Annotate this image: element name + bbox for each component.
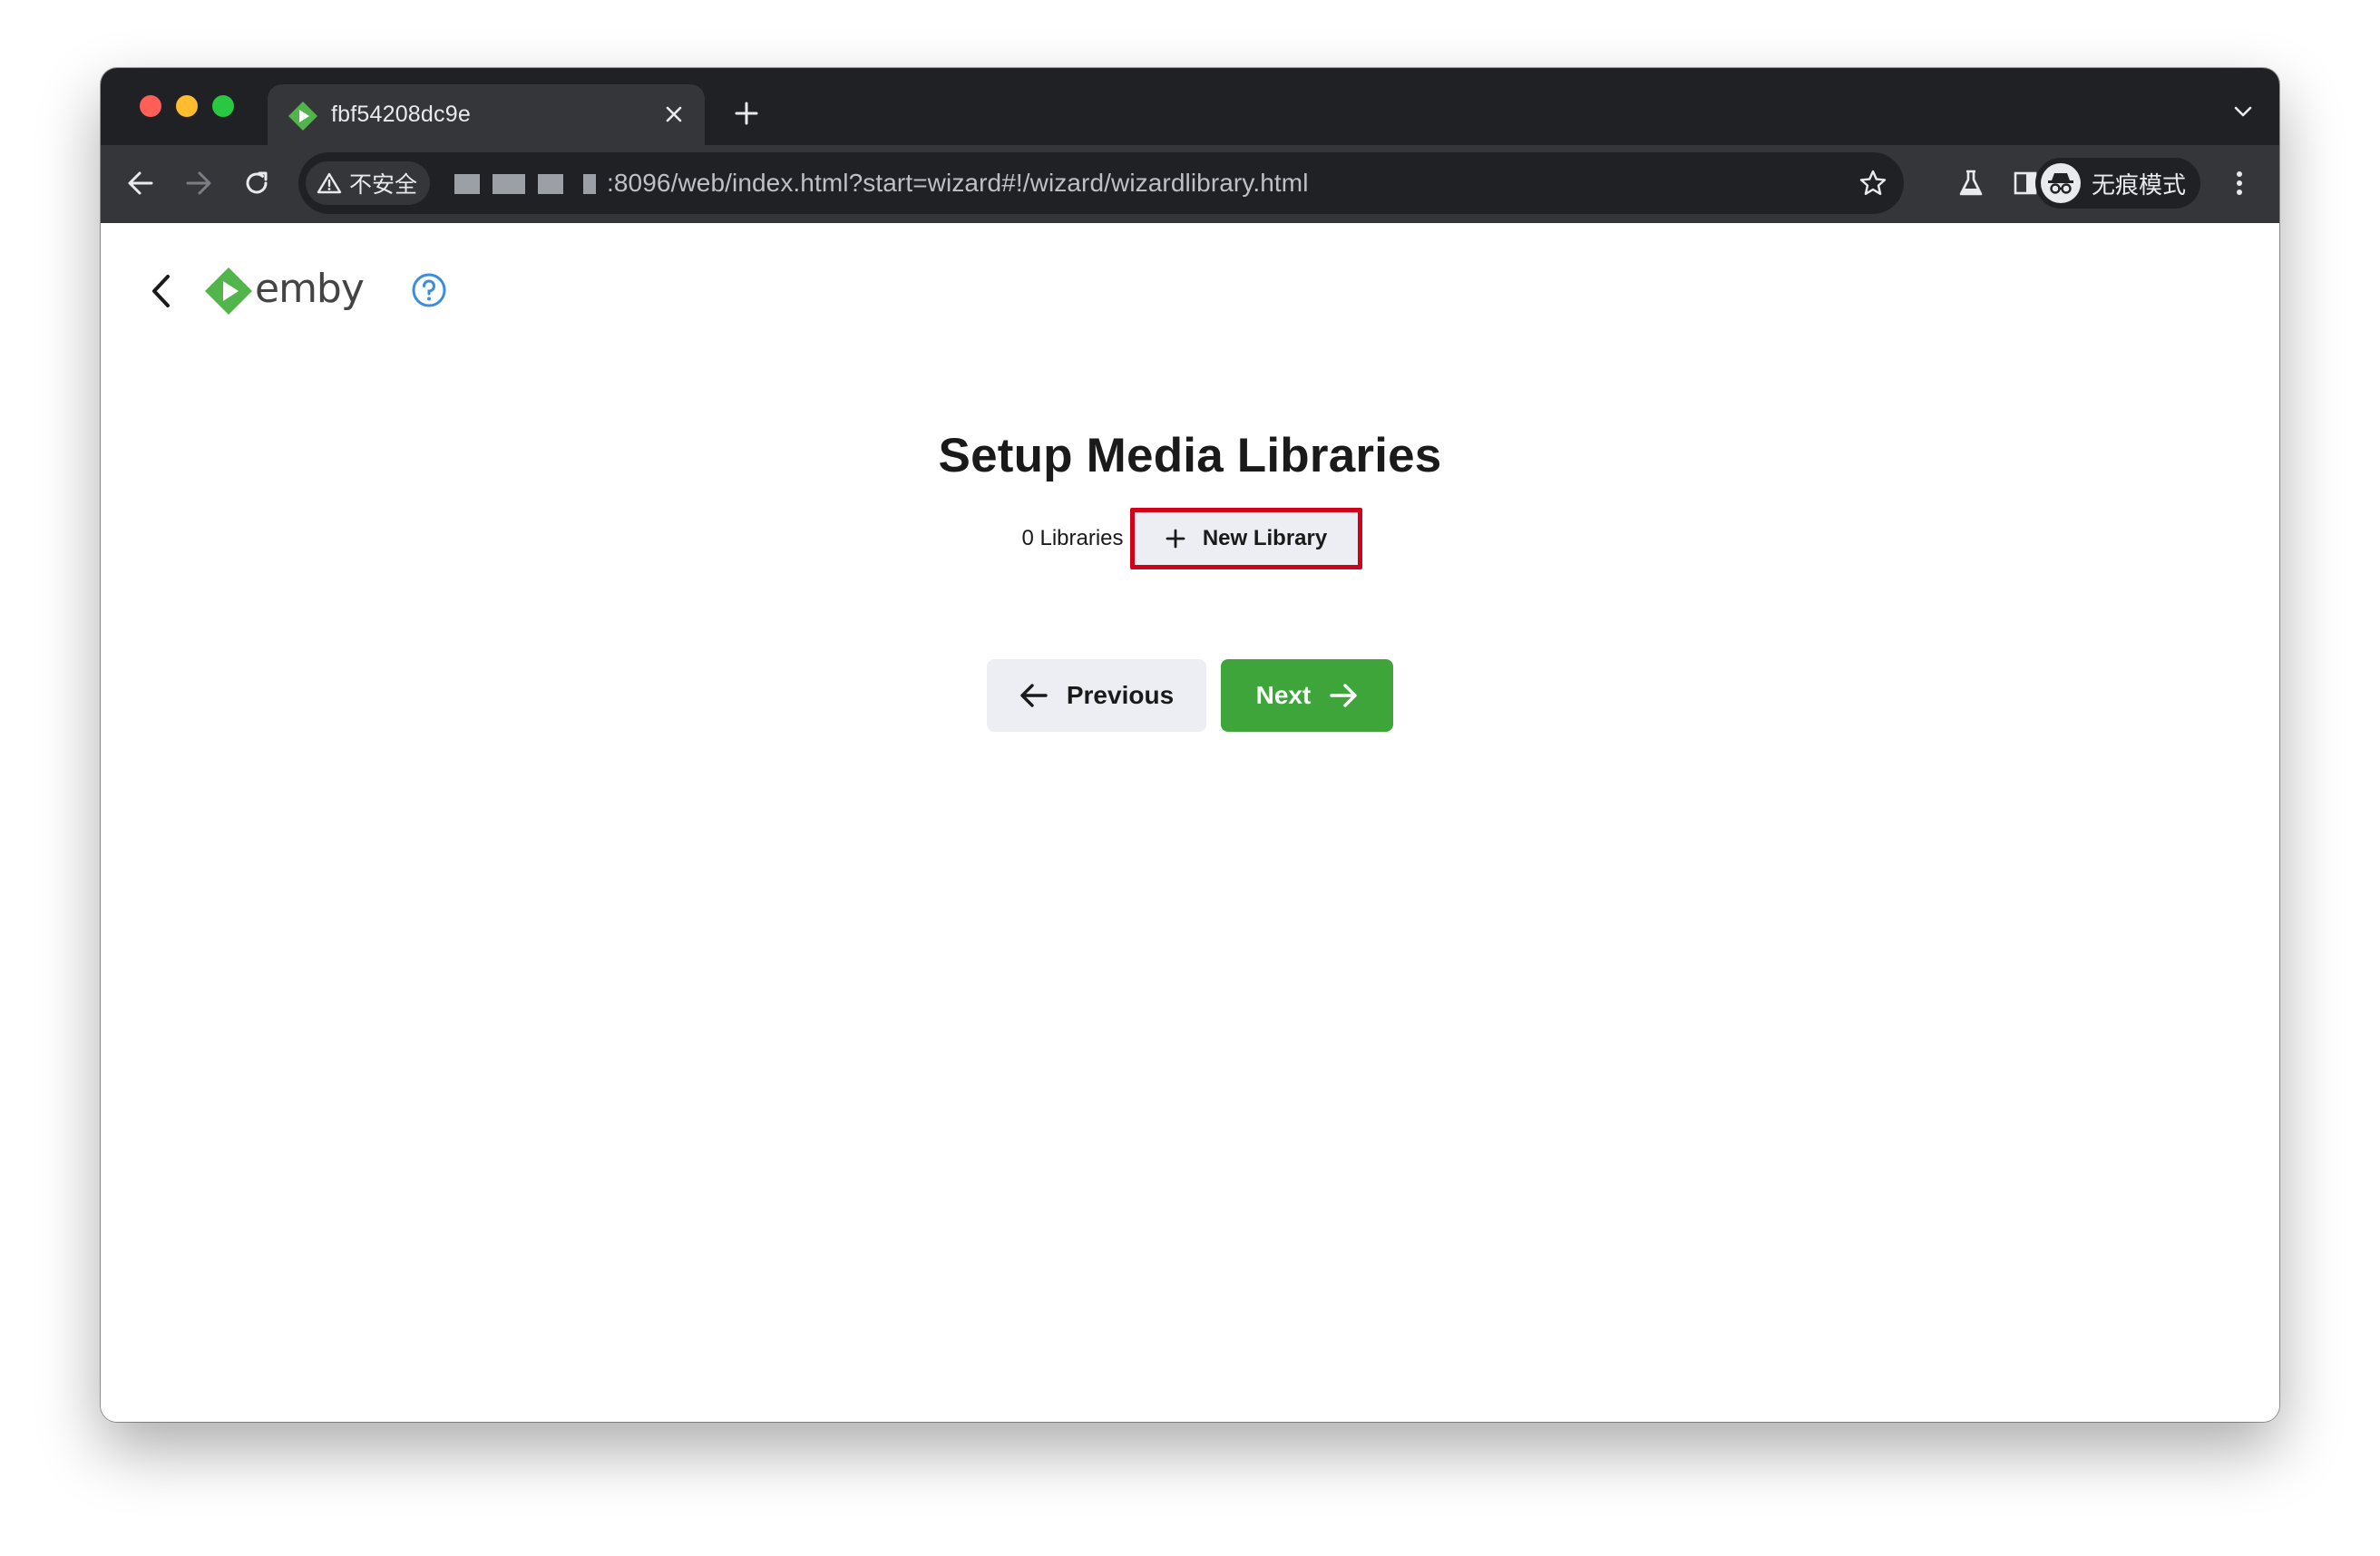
forward-arrow-icon[interactable] — [179, 163, 219, 203]
incognito-indicator[interactable]: 无痕模式 — [2035, 158, 2201, 209]
security-label: 不安全 — [349, 172, 418, 198]
tab-strip: fbf54208dc9e — [101, 68, 2279, 145]
emby-logo[interactable]: emby — [204, 265, 365, 316]
incognito-label: 无痕模式 — [2092, 170, 2187, 199]
page-title: Setup Media Libraries — [938, 429, 1442, 482]
plus-icon — [1166, 529, 1185, 549]
emby-favicon-icon — [288, 102, 317, 131]
address-bar[interactable]: 不安全 :8096/web/index.html?start=wizard#!/… — [298, 152, 1904, 214]
page-content: emby Setup Media Libraries 0 Libraries N… — [101, 223, 2279, 1422]
previous-label: Previous — [1066, 681, 1175, 709]
emby-logo-icon — [205, 267, 252, 315]
library-count: 0 Libraries — [1021, 526, 1124, 550]
browser-menu-icon[interactable] — [2219, 163, 2259, 203]
new-tab-plus-icon[interactable] — [727, 93, 766, 133]
security-indicator[interactable]: 不安全 — [306, 161, 431, 205]
library-summary: 0 Libraries New Library — [101, 508, 2279, 569]
reload-icon[interactable] — [237, 163, 277, 203]
next-button[interactable]: Next — [1221, 659, 1393, 732]
browser-toolbar: 不安全 :8096/web/index.html?start=wizard#!/… — [101, 145, 2279, 223]
browser-tab[interactable]: fbf54208dc9e — [268, 84, 705, 145]
new-library-label: New Library — [1202, 526, 1328, 550]
arrow-right-icon — [1330, 684, 1358, 707]
next-label: Next — [1255, 681, 1312, 709]
tab-close-icon[interactable] — [659, 100, 688, 129]
tab-title: fbf54208dc9e — [331, 102, 471, 127]
bookmark-star-icon[interactable] — [1853, 163, 1893, 203]
back-chevron-left-icon[interactable] — [139, 268, 184, 314]
maximize-window-button[interactable] — [212, 95, 234, 117]
browser-window: fbf54208dc9e 不安全:8096/web/index.html?st… — [101, 68, 2279, 1422]
arrow-left-icon — [1020, 684, 1048, 707]
new-library-button[interactable]: New Library — [1129, 508, 1362, 569]
back-arrow-icon[interactable] — [121, 163, 161, 203]
redacted-host — [454, 174, 596, 194]
wizard-navigation: Previous Next — [101, 659, 2279, 732]
previous-button[interactable]: Previous — [987, 659, 1206, 732]
tab-search-chevron-down-icon[interactable] — [2227, 95, 2259, 128]
minimize-window-button[interactable] — [176, 95, 198, 117]
incognito-icon — [2041, 163, 2081, 203]
warning-triangle-icon — [317, 172, 342, 194]
labs-flask-icon[interactable] — [1951, 163, 1991, 203]
close-window-button[interactable] — [140, 95, 161, 117]
emby-wordmark: emby — [255, 265, 365, 312]
url-text: :8096/web/index.html?start=wizard#!/wiza… — [607, 169, 1309, 197]
help-question-icon[interactable] — [409, 270, 449, 310]
